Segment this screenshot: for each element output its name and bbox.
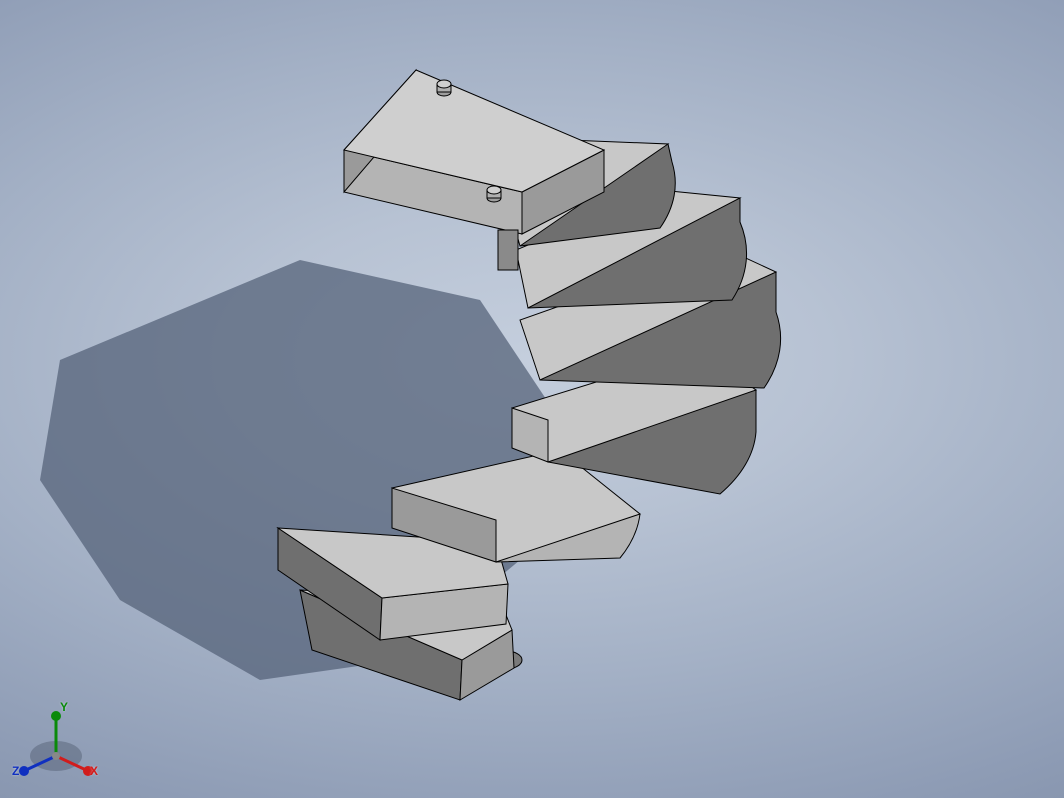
axis-y-label: Y (60, 700, 68, 714)
triad-svg (12, 698, 100, 786)
axis-x-label: X (90, 764, 98, 778)
tread-pin (487, 186, 501, 202)
cad-3d-viewport[interactable]: Y X Z (0, 0, 1064, 798)
view-triad[interactable]: Y X Z (12, 698, 100, 786)
tread-pin (437, 80, 451, 96)
center-post-segment (498, 230, 518, 270)
stair-tread-top (344, 70, 604, 234)
axis-z-label: Z (12, 764, 19, 778)
model-render (0, 0, 1064, 798)
